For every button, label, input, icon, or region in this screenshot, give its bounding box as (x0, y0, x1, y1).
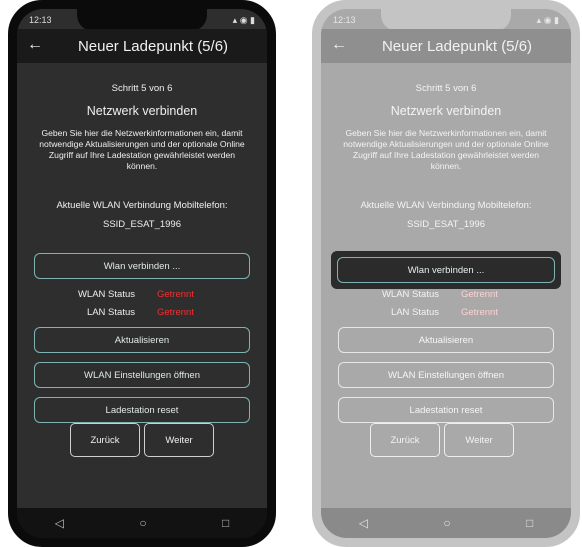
status-time: 12:13 (333, 15, 356, 25)
back-button[interactable]: Zurück (370, 423, 440, 457)
page-title: Neuer Ladepunkt (5/6) (77, 38, 229, 55)
screen: 12:13 ▴ ◉ ▮ ← Neuer Ladepunkt (5/6) Schr… (17, 9, 267, 538)
ssid-value: SSID_ESAT_1996 (103, 219, 181, 230)
phone-right: 12:13 ▴ ◉ ▮ ← Neuer Ladepunkt (5/6) Schr… (312, 0, 580, 547)
refresh-button[interactable]: Aktualisieren (338, 327, 554, 353)
status-label: WLAN Status (381, 289, 439, 300)
status-label: LAN Status (86, 307, 135, 318)
status-value: Getrennt (157, 289, 194, 300)
connect-wlan-button-highlight[interactable]: Wlan verbinden ... (331, 251, 561, 289)
description-text: Geben Sie hier die Netzwerkinformationen… (39, 128, 245, 171)
connect-wlan-button[interactable]: Wlan verbinden ... (34, 253, 250, 279)
reset-station-button[interactable]: Ladestation reset (34, 397, 250, 423)
status-time: 12:13 (29, 15, 52, 25)
section-heading: Netzwerk verbinden (390, 104, 502, 118)
status-label: WLAN Status (77, 289, 135, 300)
section-heading: Netzwerk verbinden (86, 104, 198, 118)
status-icons: ▴ ◉ ▮ (536, 15, 559, 25)
step-indicator: Schritt 5 von 6 (111, 83, 173, 94)
status-icons: ▴ ◉ ▮ (232, 15, 255, 25)
nav-home-icon[interactable]: ○ (443, 516, 450, 530)
system-nav-bar: ◁ ○ □ (321, 508, 571, 538)
nav-home-icon[interactable]: ○ (139, 516, 146, 530)
status-label: LAN Status (390, 307, 439, 318)
status-value: Getrennt (461, 289, 498, 300)
status-value: Getrennt (461, 307, 498, 318)
status-value: Getrennt (157, 307, 194, 318)
nav-recents-icon[interactable]: □ (222, 516, 229, 530)
reset-station-button[interactable]: Ladestation reset (338, 397, 554, 423)
status-bar: 12:13 ▴ ◉ ▮ (29, 15, 255, 29)
connect-wlan-button[interactable]: Wlan verbinden ... (337, 257, 555, 283)
nav-back-icon[interactable]: ◁ (55, 516, 64, 530)
open-wlan-settings-button[interactable]: WLAN Einstellungen öffnen (338, 362, 554, 388)
nav-recents-icon[interactable]: □ (526, 516, 533, 530)
app-bar: ← Neuer Ladepunkt (5/6) (321, 29, 571, 63)
system-nav-bar: ◁ ○ □ (17, 508, 267, 538)
app-bar: ← Neuer Ladepunkt (5/6) (17, 29, 267, 63)
next-button[interactable]: Weiter (444, 423, 514, 457)
current-connection-label: Aktuelle WLAN Verbindung Mobiltelefon: (56, 200, 228, 211)
page-title: Neuer Ladepunkt (5/6) (381, 38, 533, 55)
step-indicator: Schritt 5 von 6 (415, 83, 477, 94)
next-button[interactable]: Weiter (144, 423, 214, 457)
phone-left: 12:13 ▴ ◉ ▮ ← Neuer Ladepunkt (5/6) Schr… (8, 0, 276, 547)
status-bar: 12:13 ▴ ◉ ▮ (333, 15, 559, 29)
status-row-lan: LAN Status Getrennt (17, 307, 267, 321)
description-text: Geben Sie hier die Netzwerkinformationen… (343, 128, 549, 171)
open-wlan-settings-button[interactable]: WLAN Einstellungen öffnen (34, 362, 250, 388)
status-row-lan: LAN Status Getrennt (321, 307, 571, 321)
status-row-wlan: WLAN Status Getrennt (321, 289, 571, 303)
screen: 12:13 ▴ ◉ ▮ ← Neuer Ladepunkt (5/6) Schr… (321, 9, 571, 538)
status-row-wlan: WLAN Status Getrennt (17, 289, 267, 303)
refresh-button[interactable]: Aktualisieren (34, 327, 250, 353)
back-button[interactable]: Zurück (70, 423, 140, 457)
nav-back-icon[interactable]: ◁ (359, 516, 368, 530)
current-connection-label: Aktuelle WLAN Verbindung Mobiltelefon: (360, 200, 532, 211)
ssid-value: SSID_ESAT_1996 (407, 219, 485, 230)
